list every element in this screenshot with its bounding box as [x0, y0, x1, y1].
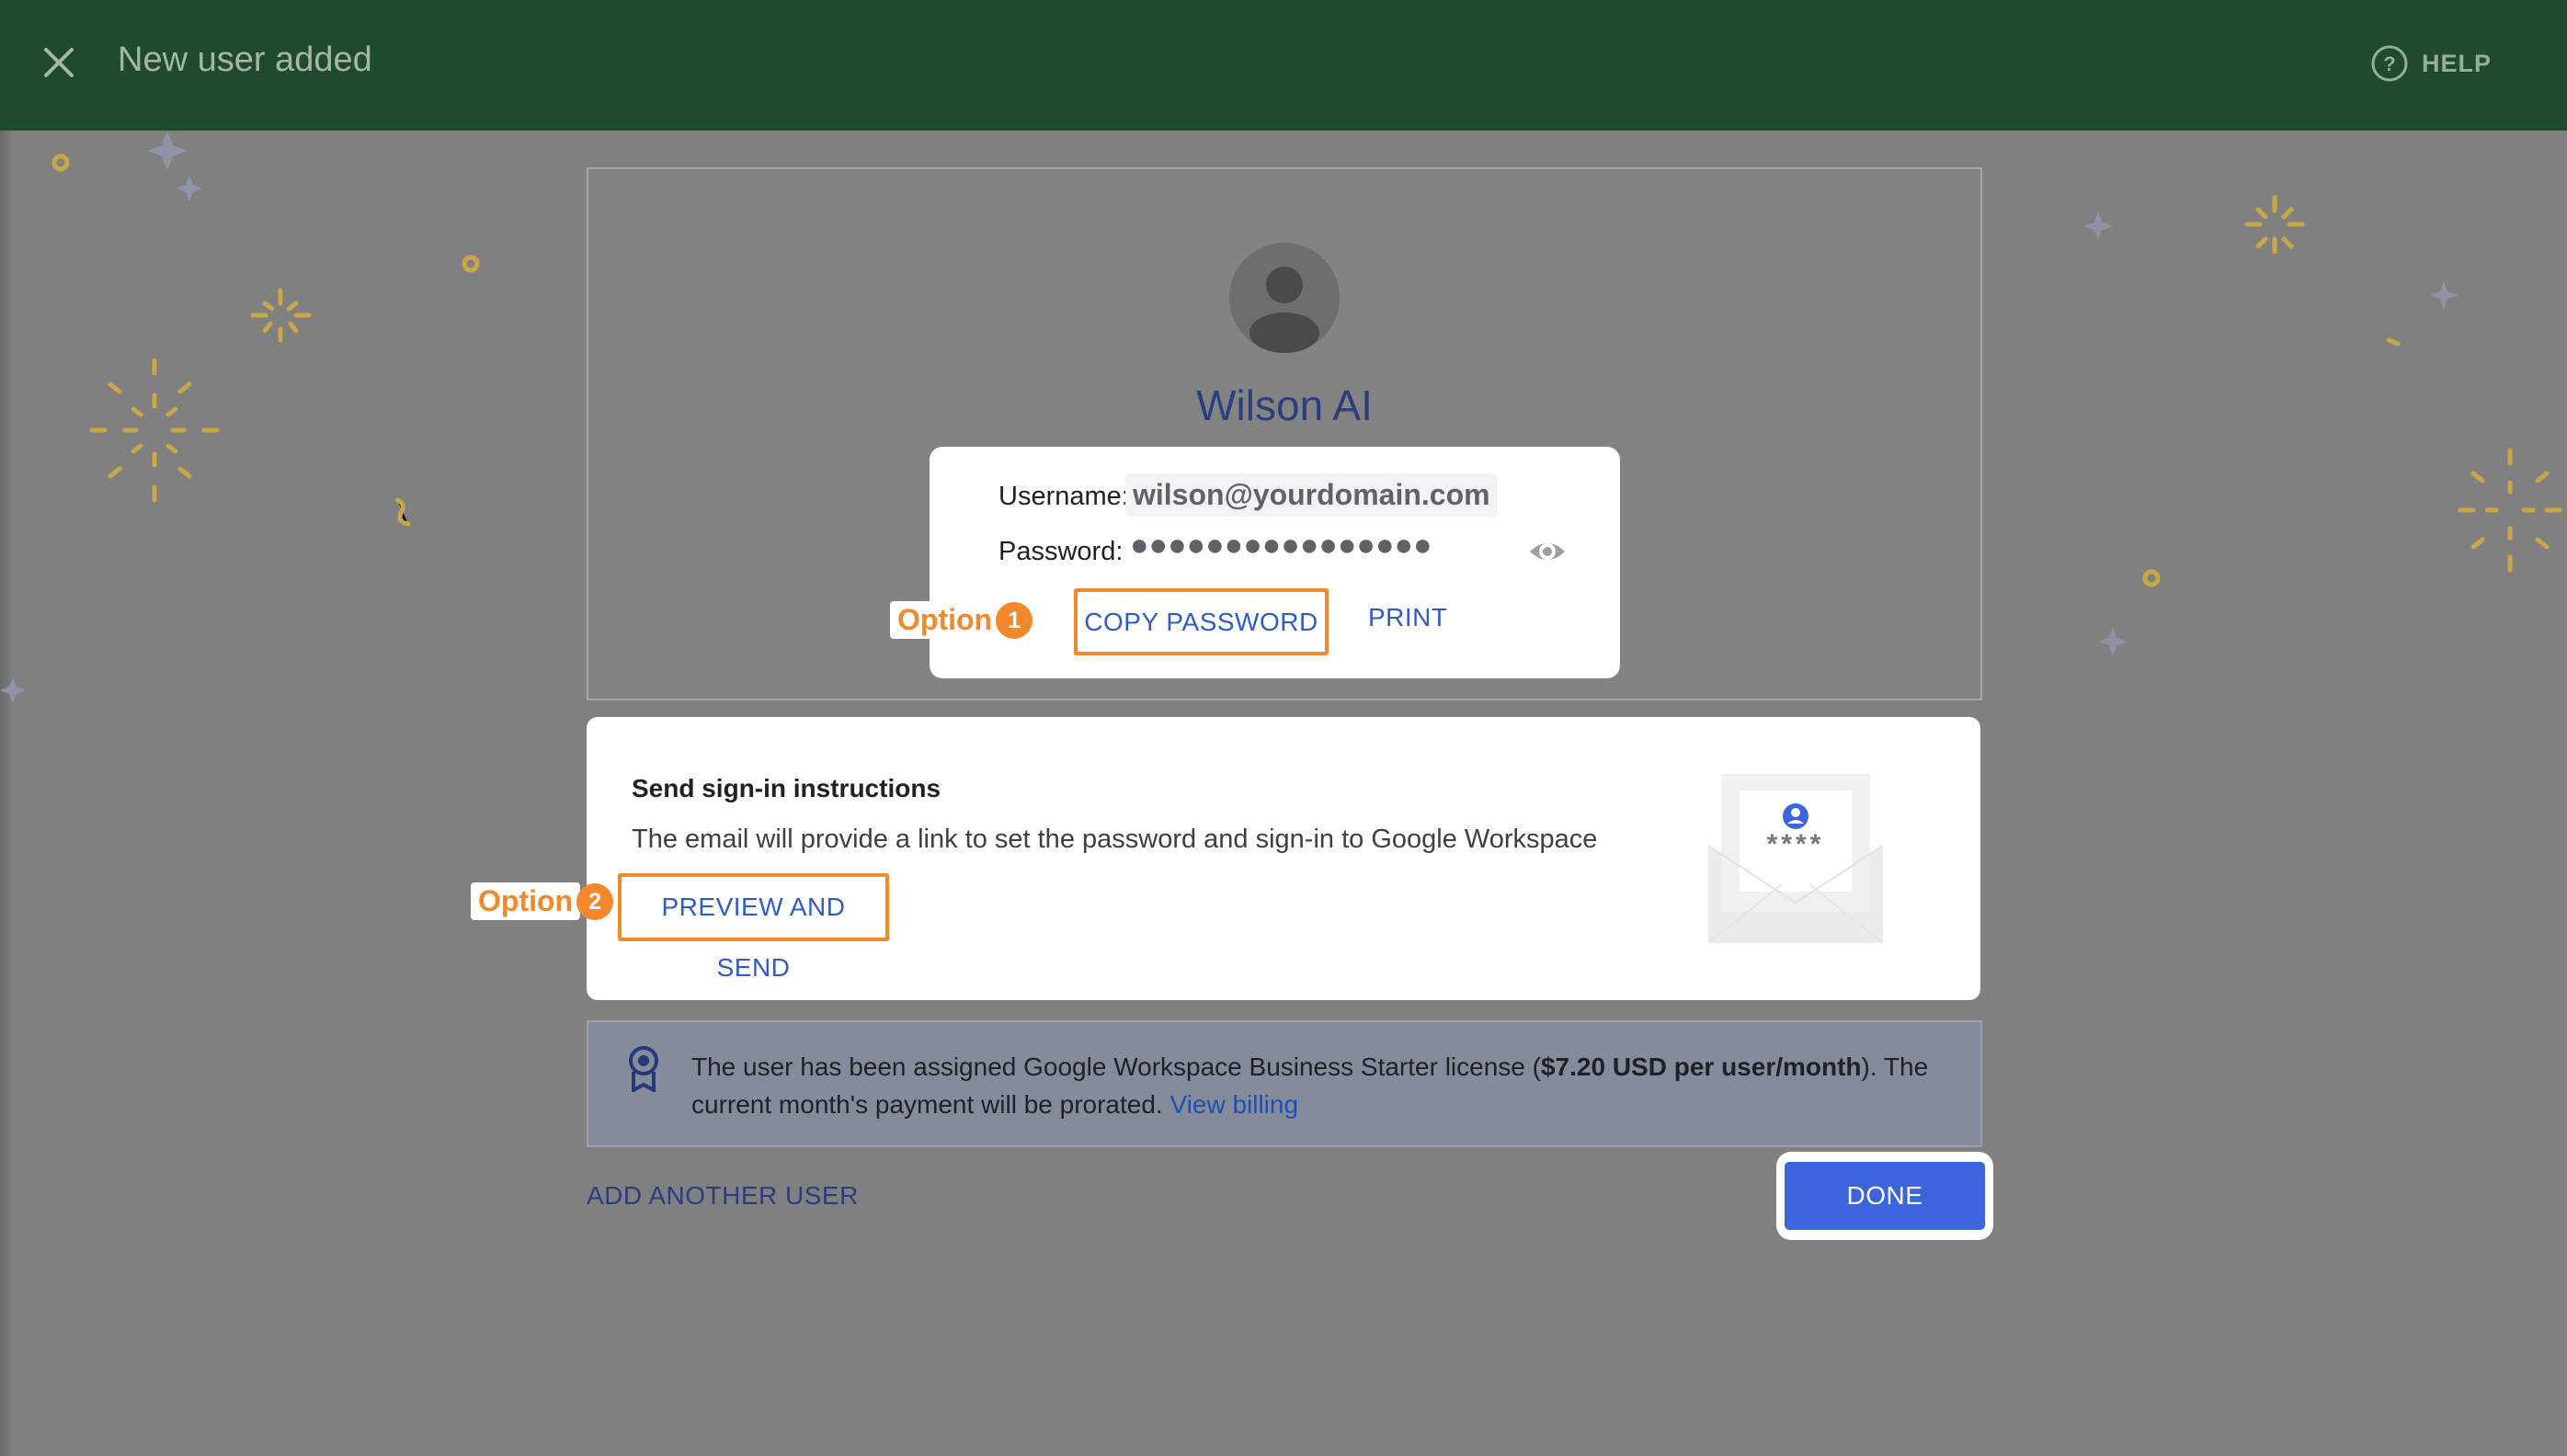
username-value: wilson@yourdomain.com [1125, 473, 1498, 517]
help-button[interactable]: ? HELP [2370, 44, 2492, 83]
license-info-banner: The user has been assigned Google Worksp… [587, 1020, 1982, 1147]
option-1-text: Option [890, 601, 1000, 639]
password-label: Password: [998, 537, 1124, 566]
envelope-illustration-icon: **** [1708, 774, 1883, 943]
envelope-mask-text: **** [1767, 829, 1825, 859]
user-display-name: Wilson AI [1196, 381, 1373, 429]
option-1-badge: 1 [996, 601, 1033, 639]
help-label: HELP [2421, 49, 2492, 77]
credentials-box: Username: wilson@yourdomain.com Password… [930, 447, 1620, 678]
license-text: The user has been assigned Google Worksp… [691, 1048, 1951, 1123]
copy-password-button[interactable]: COPY PASSWORD [1074, 588, 1329, 655]
preview-and-send-button[interactable]: PREVIEW AND SEND [618, 873, 889, 982]
left-edge-shadow [0, 131, 13, 1456]
send-instructions-card: Send sign-in instructions The email will… [587, 717, 1980, 1000]
avatar-icon [1229, 243, 1340, 353]
top-app-bar: New user added ? HELP [0, 0, 2567, 131]
page-title: New user added [118, 40, 372, 79]
svg-text:?: ? [2383, 52, 2395, 75]
license-text-before: The user has been assigned Google Worksp… [691, 1052, 1541, 1081]
show-password-eye-icon[interactable] [1527, 531, 1568, 572]
option-2-callout: Option 2 [471, 882, 614, 920]
view-billing-link[interactable]: View billing [1169, 1090, 1298, 1119]
done-button[interactable]: DONE [1785, 1162, 1985, 1230]
option-2-text: Option [471, 882, 581, 920]
username-label: Username: [998, 482, 1129, 511]
close-icon[interactable] [39, 42, 79, 83]
option-2-badge: 2 [576, 882, 614, 920]
send-instructions-title: Send sign-in instructions [632, 774, 941, 802]
done-button-highlight: DONE [1776, 1152, 1993, 1240]
option-1-callout: Option 1 [890, 601, 1033, 639]
add-another-user-button[interactable]: ADD ANOTHER USER [587, 1181, 859, 1211]
send-instructions-description: The email will provide a link to set the… [632, 825, 1598, 854]
print-button[interactable]: PRINT [1368, 603, 1448, 632]
help-circle-icon: ? [2371, 45, 2408, 82]
license-price: $7.20 USD per user/month [1540, 1052, 1862, 1081]
award-badge-icon [629, 1046, 658, 1092]
password-masked-value: ●●●●●●●●●●●●●●●● [1130, 528, 1432, 563]
